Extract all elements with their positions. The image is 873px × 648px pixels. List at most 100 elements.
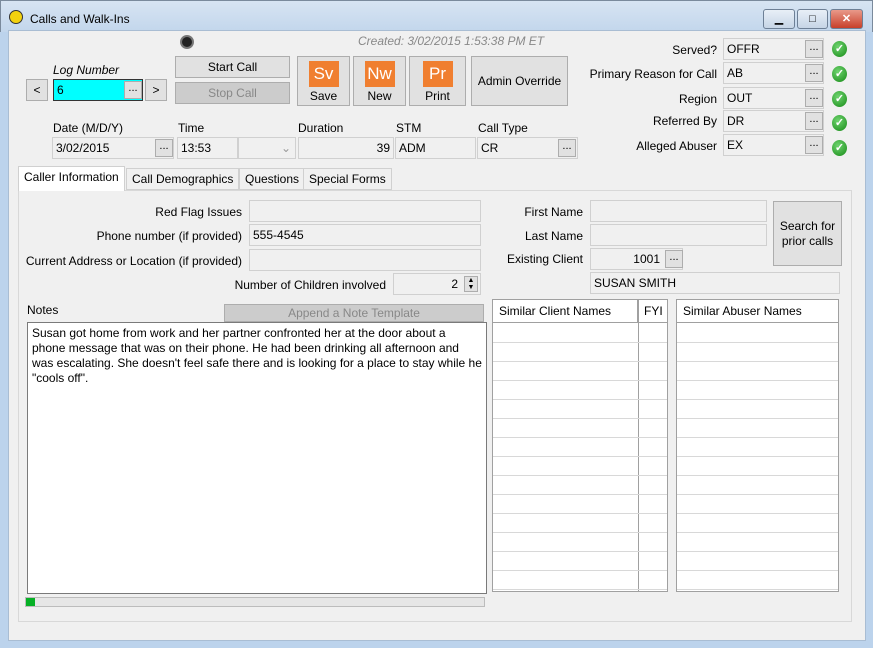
first-name-label: First Name	[524, 205, 583, 219]
grid-row-line	[677, 361, 838, 362]
date-picker-button[interactable]: ...	[155, 139, 173, 157]
column-divider	[638, 300, 639, 591]
similar-abusers-grid[interactable]: Similar Abuser Names	[676, 299, 839, 592]
search-prior-calls-button[interactable]: Search for prior calls	[773, 201, 842, 266]
grid-row-line	[677, 475, 838, 476]
grid-row-line	[493, 513, 667, 514]
stm-label: STM	[396, 121, 422, 135]
call-status-indicator-icon	[180, 35, 194, 49]
time-label: Time	[178, 121, 205, 135]
primary-reason-label: Primary Reason for Call	[589, 67, 717, 81]
notes-label: Notes	[27, 303, 59, 317]
grid-row-line	[677, 342, 838, 343]
grid-row-line	[677, 513, 838, 514]
previous-log-button[interactable]: <	[26, 79, 48, 101]
grid-row-line	[677, 570, 838, 571]
last-name-input[interactable]	[590, 224, 767, 246]
similar-client-names-header[interactable]: Similar Client Names	[493, 300, 638, 323]
client-name-field: SUSAN SMITH	[590, 272, 840, 294]
log-number-label: Log Number	[53, 63, 120, 77]
check-icon: ✓	[832, 91, 847, 107]
grid-row-line	[493, 399, 667, 400]
grid-row-line	[493, 551, 667, 552]
stm-field: ADM	[395, 137, 476, 159]
chevron-down-icon: ⌄	[280, 141, 291, 155]
address-label: Current Address or Location (if provided…	[25, 254, 242, 268]
minimize-button[interactable]: ▁	[763, 9, 795, 29]
children-label: Number of Children involved	[234, 278, 386, 292]
log-number-lookup-button[interactable]: ...	[124, 81, 142, 99]
tab-questions[interactable]: Questions	[239, 168, 306, 190]
tab-caller-information[interactable]: Caller Information	[18, 166, 125, 191]
region-lookup-button[interactable]: ...	[805, 89, 823, 107]
window-title: Calls and Walk-Ins	[30, 12, 130, 26]
time-input[interactable]: 13:53	[177, 137, 238, 159]
start-call-button[interactable]: Start Call	[175, 56, 290, 78]
duration-field: 39	[298, 137, 394, 159]
tab-special-forms[interactable]: Special Forms	[303, 168, 392, 190]
check-icon: ✓	[832, 115, 847, 131]
tab-call-demographics[interactable]: Call Demographics	[126, 168, 240, 190]
close-button[interactable]: ✕	[830, 9, 863, 29]
grid-row-line	[677, 589, 838, 590]
region-label: Region	[678, 92, 717, 106]
duration-label: Duration	[298, 121, 344, 135]
primary-reason-lookup-button[interactable]: ...	[805, 64, 823, 82]
time-dropdown[interactable]: ⌄	[238, 137, 296, 159]
next-log-button[interactable]: >	[145, 79, 167, 101]
phone-input[interactable]: 555-4545	[249, 224, 481, 246]
maximize-button[interactable]: □	[797, 9, 828, 29]
grid-row-line	[677, 380, 838, 381]
red-flag-input[interactable]	[249, 200, 481, 222]
similar-clients-grid[interactable]: Similar Client Names FYI	[492, 299, 668, 592]
grid-row-line	[493, 437, 667, 438]
grid-row-line	[677, 456, 838, 457]
notes-textarea[interactable]: Susan got home from work and her partner…	[27, 322, 487, 594]
save-button[interactable]: Sv Save	[297, 56, 350, 106]
referred-by-lookup-button[interactable]: ...	[805, 112, 823, 130]
check-icon: ✓	[832, 66, 847, 82]
stepper-arrows-icon[interactable]: ▲ ▼	[464, 276, 478, 292]
grid-row-line	[493, 570, 667, 571]
app-icon	[9, 10, 23, 24]
existing-client-lookup-button[interactable]: ...	[665, 250, 683, 268]
grid-row-line	[493, 380, 667, 381]
fyi-header[interactable]: FYI	[638, 300, 667, 323]
admin-override-button[interactable]: Admin Override	[471, 56, 568, 106]
grid-row-line	[677, 494, 838, 495]
print-button[interactable]: Pr Print	[409, 56, 466, 106]
append-note-template-button[interactable]: Append a Note Template	[224, 304, 484, 322]
print-icon: Pr	[422, 61, 453, 87]
created-timestamp: Created: 3/02/2015 1:53:38 PM ET	[358, 34, 545, 48]
stop-call-button[interactable]: Stop Call	[175, 82, 290, 104]
grid-row-line	[677, 437, 838, 438]
last-name-label: Last Name	[524, 229, 583, 243]
grid-row-line	[493, 361, 667, 362]
referred-by-label: Referred By	[652, 114, 717, 128]
grid-row-line	[493, 532, 667, 533]
similar-abuser-names-header[interactable]: Similar Abuser Names	[677, 300, 838, 323]
save-label: Save	[309, 89, 338, 103]
new-label: New	[367, 89, 392, 103]
address-input[interactable]	[249, 249, 481, 271]
phone-label: Phone number (if provided)	[96, 229, 242, 243]
alleged-abuser-lookup-button[interactable]: ...	[805, 136, 823, 154]
title-bar	[0, 0, 873, 32]
date-label: Date (M/D/Y)	[53, 121, 124, 135]
served-lookup-button[interactable]: ...	[805, 40, 823, 58]
grid-row-line	[493, 456, 667, 457]
print-label: Print	[425, 89, 450, 103]
red-flag-label: Red Flag Issues	[155, 205, 242, 219]
first-name-input[interactable]	[590, 200, 767, 222]
new-button[interactable]: Nw New	[353, 56, 406, 106]
progress-fill	[26, 598, 36, 606]
grid-row-line	[677, 532, 838, 533]
grid-row-line	[677, 418, 838, 419]
grid-row-line	[493, 475, 667, 476]
grid-row-line	[493, 418, 667, 419]
grid-row-line	[677, 399, 838, 400]
grid-row-line	[493, 589, 667, 590]
grid-row-line	[677, 551, 838, 552]
alleged-abuser-label: Alleged Abuser	[636, 139, 717, 153]
grid-row-line	[493, 494, 667, 495]
